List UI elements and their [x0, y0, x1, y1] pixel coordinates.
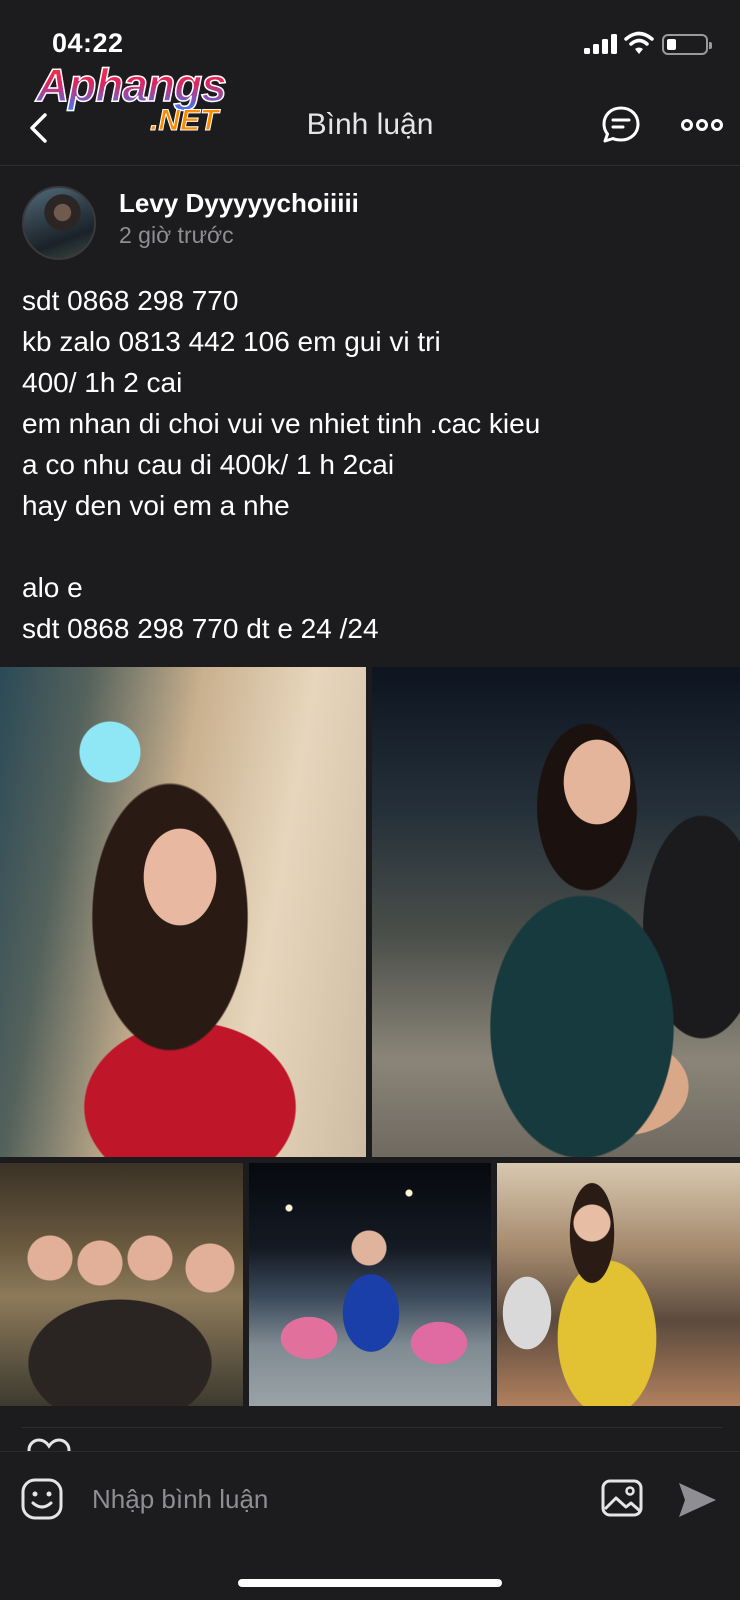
- post-timestamp: 2 giờ trước: [119, 222, 234, 248]
- comment-composer: [0, 1451, 740, 1600]
- back-chevron-icon[interactable]: [22, 108, 58, 148]
- post-line: kb zalo 0813 442 106 em gui vi tri: [22, 326, 441, 357]
- post-photo[interactable]: [0, 1163, 243, 1406]
- post-line: a co nhu cau di 400k/ 1 h 2cai: [22, 449, 395, 480]
- post-body: sdt 0868 298 770 kb zalo 0813 442 106 em…: [22, 280, 722, 649]
- home-indicator[interactable]: [238, 1579, 502, 1587]
- chat-icon[interactable]: [600, 104, 642, 146]
- post-line: [22, 526, 722, 567]
- wifi-icon: [624, 31, 654, 54]
- emoji-icon[interactable]: [20, 1477, 64, 1521]
- post-line: alo e: [22, 572, 83, 603]
- post-header: Levy Dyyyyychoiiiii 2 giờ trước: [22, 186, 722, 260]
- battery-icon: [662, 34, 712, 55]
- post-photo[interactable]: [0, 667, 366, 1157]
- image-icon[interactable]: [600, 1476, 644, 1520]
- post-line: em nhan di choi vui ve nhiet tinh .cac k…: [22, 408, 541, 439]
- comment-input[interactable]: [92, 1476, 572, 1522]
- heart-icon[interactable]: [26, 1438, 72, 1452]
- post-photo[interactable]: [372, 667, 740, 1157]
- nav-bar: Bình luận: [0, 86, 740, 166]
- post-line: hay den voi em a nhe: [22, 490, 290, 521]
- status-time: 04:22: [52, 28, 124, 58]
- post-line: sdt 0868 298 770 dt e 24 /24: [22, 613, 379, 644]
- send-icon[interactable]: [676, 1480, 718, 1520]
- status-bar: 04:22: [0, 0, 740, 60]
- screen: 04:22 Aphangs .NET Bình luận Levy Dyyyyy…: [0, 0, 740, 1600]
- more-icon[interactable]: [680, 112, 724, 138]
- avatar[interactable]: [22, 186, 96, 260]
- post-photo[interactable]: [249, 1163, 491, 1406]
- post-photo[interactable]: [497, 1163, 740, 1406]
- post-line: 400/ 1h 2 cai: [22, 367, 183, 398]
- post-line: sdt 0868 298 770: [22, 285, 239, 316]
- author-name[interactable]: Levy Dyyyyychoiiiii: [119, 188, 359, 219]
- divider: [22, 1427, 722, 1428]
- signal-icon: [584, 34, 618, 54]
